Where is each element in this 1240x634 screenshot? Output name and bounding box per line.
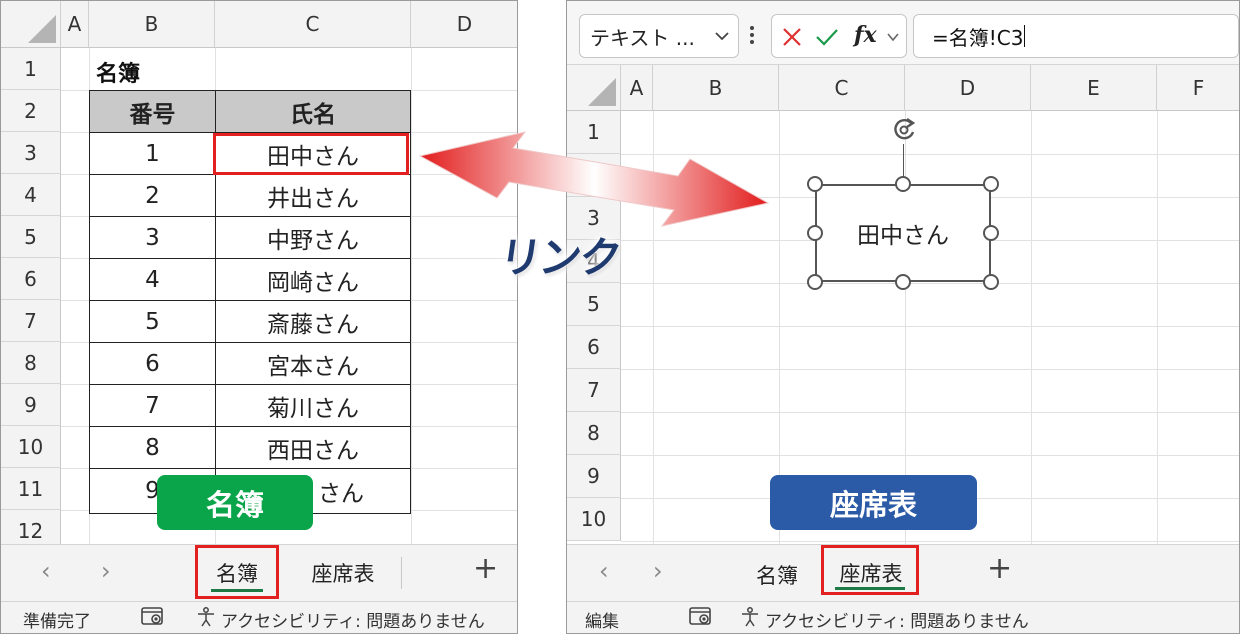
link-double-arrow bbox=[418, 131, 770, 227]
zasekihyo-sheet-label: 座席表 bbox=[770, 475, 977, 530]
meibo-sheet-label: 名簿 bbox=[157, 475, 313, 530]
link-label: リンク bbox=[496, 233, 624, 282]
